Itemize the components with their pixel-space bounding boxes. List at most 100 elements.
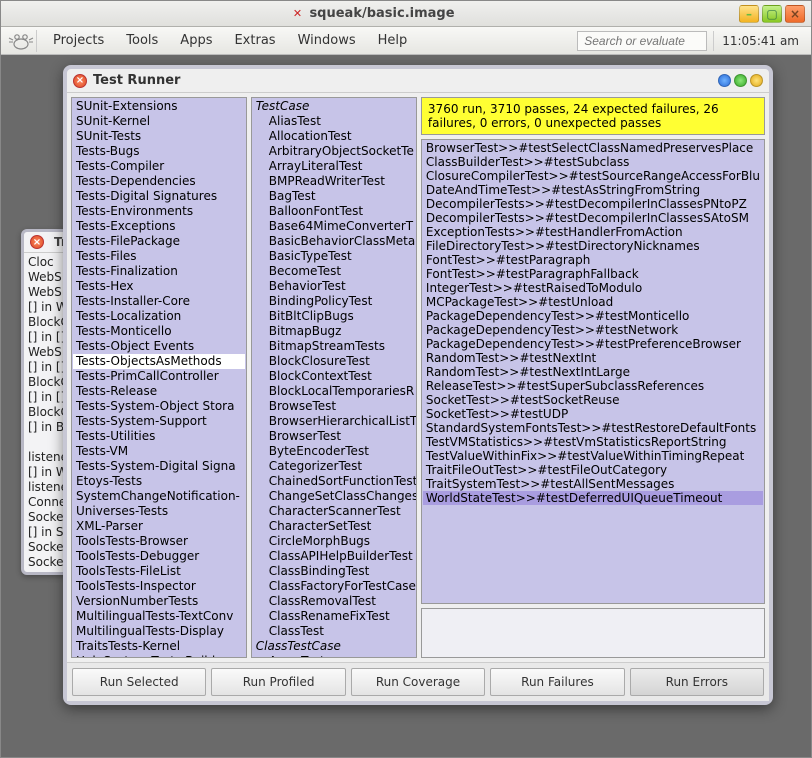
class-row[interactable]: ClassRemovalTest	[253, 594, 415, 609]
menu-icon[interactable]	[718, 74, 731, 87]
result-row[interactable]: TraitFileOutTest>>#testFileOutCategory	[423, 463, 763, 477]
os-titlebar[interactable]: ✕ squeak/basic.image – ▢ ×	[1, 1, 811, 27]
package-row[interactable]: Tests-ObjectsAsMethods	[73, 354, 245, 369]
package-row[interactable]: VersionNumberTests	[73, 594, 245, 609]
result-row[interactable]: RandomTest>>#testNextInt	[423, 351, 763, 365]
package-row[interactable]: TraitsTests-Kernel	[73, 639, 245, 654]
package-row[interactable]: Tests-Installer-Core	[73, 294, 245, 309]
class-row[interactable]: ClassRenameFixTest	[253, 609, 415, 624]
package-row[interactable]: Tests-Release	[73, 384, 245, 399]
package-row[interactable]: SystemChangeNotification-	[73, 489, 245, 504]
menu-help[interactable]: Help	[368, 29, 418, 52]
package-row[interactable]: Tests-Bugs	[73, 144, 245, 159]
result-row[interactable]: FontTest>>#testParagraphFallback	[423, 267, 763, 281]
package-row[interactable]: MultilingualTests-Display	[73, 624, 245, 639]
result-row[interactable]: TestVMStatistics>>#testVmStatisticsRepor…	[423, 435, 763, 449]
class-row[interactable]: BindingPolicyTest	[253, 294, 415, 309]
package-row[interactable]: Tests-Exceptions	[73, 219, 245, 234]
result-row[interactable]: BrowserTest>>#testSelectClassNamedPreser…	[423, 141, 763, 155]
class-row[interactable]: BehaviorTest	[253, 279, 415, 294]
test-runner-window[interactable]: × Test Runner SUnit-ExtensionsSUnit-Kern…	[63, 65, 773, 705]
package-row[interactable]: Tests-Dependencies	[73, 174, 245, 189]
package-row[interactable]: Tests-System-Support	[73, 414, 245, 429]
package-row[interactable]: Tests-Hex	[73, 279, 245, 294]
result-row[interactable]: TestValueWithinFix>>#testValueWithinTimi…	[423, 449, 763, 463]
result-row[interactable]: PackageDependencyTest>>#testNetwork	[423, 323, 763, 337]
expand-icon[interactable]	[734, 74, 747, 87]
class-row[interactable]: ChainedSortFunctionTest	[253, 474, 415, 489]
menu-apps[interactable]: Apps	[170, 29, 222, 52]
result-row[interactable]: IntegerTest>>#testRaisedToModulo	[423, 281, 763, 295]
package-row[interactable]: ToolsTests-Inspector	[73, 579, 245, 594]
package-row[interactable]: ToolsTests-Debugger	[73, 549, 245, 564]
run-selected-button[interactable]: Run Selected	[72, 668, 206, 696]
result-row[interactable]: FileDirectoryTest>>#testDirectoryNicknam…	[423, 239, 763, 253]
search-input[interactable]	[577, 31, 707, 51]
package-row[interactable]: HelpSystem-Tests-Builders	[73, 654, 245, 657]
result-row[interactable]: SocketTest>>#testSocketReuse	[423, 393, 763, 407]
close-icon[interactable]: ×	[73, 74, 87, 88]
squeak-logo-icon[interactable]	[5, 30, 37, 52]
class-row[interactable]: AliasTest	[253, 114, 415, 129]
result-row[interactable]: FontTest>>#testParagraph	[423, 253, 763, 267]
result-row[interactable]: PackageDependencyTest>>#testMonticello	[423, 309, 763, 323]
package-row[interactable]: SUnit-Kernel	[73, 114, 245, 129]
class-row[interactable]: ClassAPIHelpBuilderTest	[253, 549, 415, 564]
results-list[interactable]: BrowserTest>>#testSelectClassNamedPreser…	[421, 139, 765, 604]
class-row[interactable]: BrowseTest	[253, 399, 415, 414]
package-row[interactable]: Tests-Digital Signatures	[73, 189, 245, 204]
class-row[interactable]: ClassTest	[253, 624, 415, 639]
package-row[interactable]: SUnit-Tests	[73, 129, 245, 144]
package-row[interactable]: Tests-Finalization	[73, 264, 245, 279]
detail-pane[interactable]	[421, 608, 765, 658]
test-runner-titlebar[interactable]: × Test Runner	[67, 69, 769, 93]
class-row[interactable]: BlockClosureTest	[253, 354, 415, 369]
package-row[interactable]: Tests-System-Digital Signa	[73, 459, 245, 474]
package-row[interactable]: Etoys-Tests	[73, 474, 245, 489]
menu-tools[interactable]: Tools	[116, 29, 168, 52]
class-row[interactable]: ClassBindingTest	[253, 564, 415, 579]
class-row[interactable]: CircleMorphBugs	[253, 534, 415, 549]
package-row[interactable]: ToolsTests-Browser	[73, 534, 245, 549]
class-row[interactable]: CharacterSetTest	[253, 519, 415, 534]
class-row[interactable]: BecomeTest	[253, 264, 415, 279]
class-row[interactable]: BrowserHierarchicalListT	[253, 414, 415, 429]
class-row[interactable]: ChangeSetClassChanges	[253, 489, 415, 504]
class-row[interactable]: BitBltClipBugs	[253, 309, 415, 324]
package-row[interactable]: Tests-Localization	[73, 309, 245, 324]
minimize-button[interactable]: –	[739, 5, 759, 23]
menu-projects[interactable]: Projects	[43, 29, 114, 52]
package-row[interactable]: Tests-System-Object Stora	[73, 399, 245, 414]
package-row[interactable]: Tests-PrimCallController	[73, 369, 245, 384]
package-row[interactable]: Tests-VM	[73, 444, 245, 459]
close-button[interactable]: ×	[785, 5, 805, 23]
class-row[interactable]: BitmapBugz	[253, 324, 415, 339]
class-row[interactable]: BlockContextTest	[253, 369, 415, 384]
package-row[interactable]: Universes-Tests	[73, 504, 245, 519]
run-profiled-button[interactable]: Run Profiled	[211, 668, 345, 696]
collapse-icon[interactable]	[750, 74, 763, 87]
result-row[interactable]: ReleaseTest>>#testSuperSubclassReference…	[423, 379, 763, 393]
class-row[interactable]: ArrayLiteralTest	[253, 159, 415, 174]
class-row[interactable]: Base64MimeConverterT	[253, 219, 415, 234]
result-row[interactable]: TraitSystemTest>>#testAllSentMessages	[423, 477, 763, 491]
class-row[interactable]: ArbitraryObjectSocketTe	[253, 144, 415, 159]
result-row[interactable]: RandomTest>>#testNextIntLarge	[423, 365, 763, 379]
result-row[interactable]: PackageDependencyTest>>#testPreferenceBr…	[423, 337, 763, 351]
result-row[interactable]: MCPackageTest>>#testUnload	[423, 295, 763, 309]
class-row[interactable]: CategorizerTest	[253, 459, 415, 474]
package-row[interactable]: Tests-Utilities	[73, 429, 245, 444]
result-row[interactable]: ExceptionTests>>#testHandlerFromAction	[423, 225, 763, 239]
result-row[interactable]: StandardSystemFontsTest>>#testRestoreDef…	[423, 421, 763, 435]
package-row[interactable]: Tests-Object Events	[73, 339, 245, 354]
package-row[interactable]: MultilingualTests-TextConv	[73, 609, 245, 624]
package-row[interactable]: Tests-Files	[73, 249, 245, 264]
run-errors-button[interactable]: Run Errors	[630, 668, 764, 696]
run-coverage-button[interactable]: Run Coverage	[351, 668, 485, 696]
result-row[interactable]: SocketTest>>#testUDP	[423, 407, 763, 421]
menu-extras[interactable]: Extras	[224, 29, 285, 52]
package-row[interactable]: Tests-Compiler	[73, 159, 245, 174]
result-row[interactable]: DecompilerTests>>#testDecompilerInClasse…	[423, 211, 763, 225]
class-row[interactable]: BasicTypeTest	[253, 249, 415, 264]
result-row[interactable]: DecompilerTests>>#testDecompilerInClasse…	[423, 197, 763, 211]
